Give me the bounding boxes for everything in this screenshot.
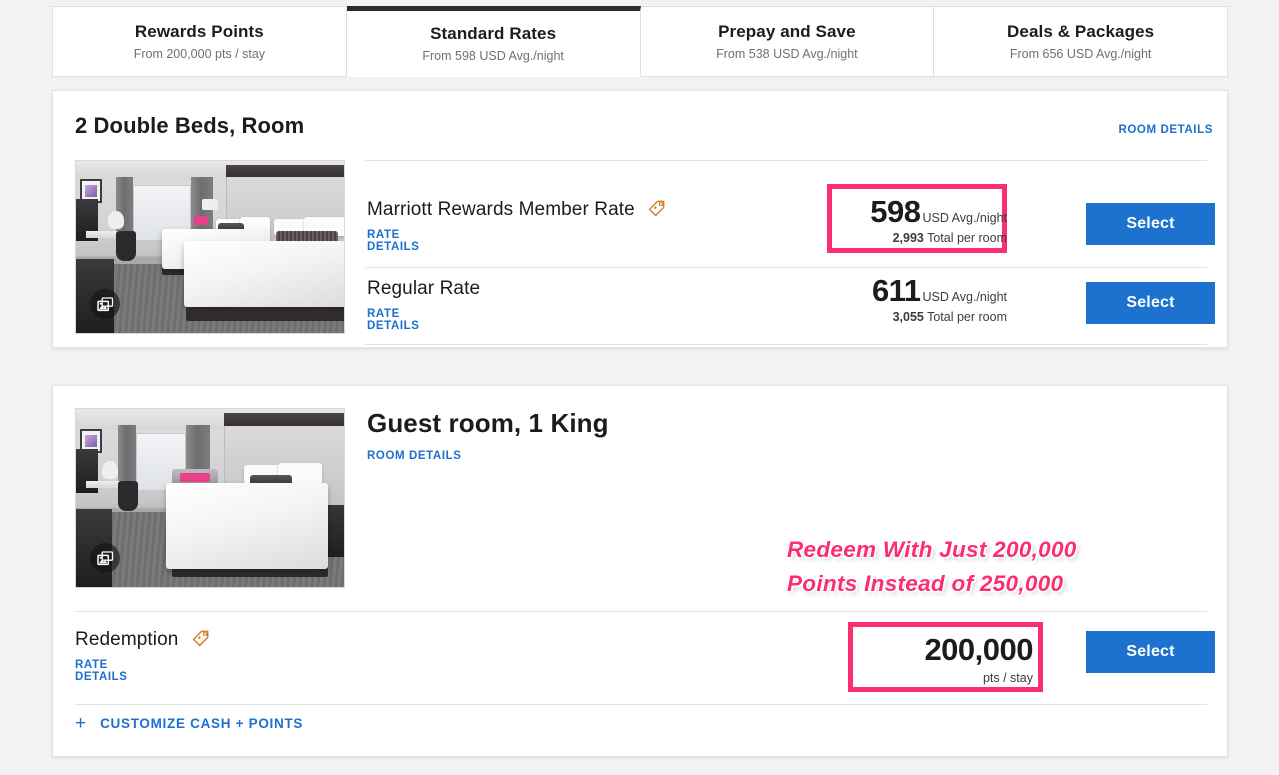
rate-name-text: Regular Rate <box>367 278 480 299</box>
price-unit: USD Avg./night <box>922 290 1007 304</box>
room-photo[interactable] <box>75 408 345 588</box>
tab-subtitle: From 598 USD Avg./night <box>422 48 564 64</box>
photo-bed-front <box>184 241 345 307</box>
select-button[interactable]: Select <box>1086 203 1215 245</box>
price-total-value: 2,993 <box>893 231 924 245</box>
price-total-label: Total per room <box>927 310 1007 324</box>
tab-prepay-and-save[interactable]: Prepay and Save From 538 USD Avg./night <box>641 6 935 77</box>
room-title: 2 Double Beds, Room <box>75 113 304 139</box>
price-amount: 611 <box>872 273 921 308</box>
rate-divider-top <box>75 611 1207 612</box>
customize-label: CUSTOMIZE CASH + POINTS <box>100 716 303 731</box>
room-title: Guest room, 1 King <box>367 408 609 439</box>
price-total: 2,993 Total per room <box>797 231 1007 245</box>
annotation-line-2: Points Instead of 250,000 <box>787 567 1127 601</box>
rate-details-link[interactable]: RATE DETAILS <box>367 229 420 253</box>
photo-gallery-icon[interactable] <box>90 543 120 573</box>
photo-floor-lamp <box>202 199 218 210</box>
rate-divider-middle <box>365 267 1207 268</box>
tab-title: Standard Rates <box>430 23 556 44</box>
room-details-link[interactable]: ROOM DETAILS <box>367 450 462 462</box>
price-amount: 200,000 <box>924 632 1033 667</box>
tab-subtitle: From 656 USD Avg./night <box>1010 46 1152 62</box>
price-unit: pts / stay <box>823 671 1033 685</box>
rate-price: 598USD Avg./night 2,993 Total per room <box>797 194 1007 245</box>
promo-annotation: Redeem With Just 200,000 Points Instead … <box>787 533 1127 601</box>
room-card-double-beds: 2 Double Beds, Room ROOM DETAILS <box>52 90 1228 348</box>
tab-title: Prepay and Save <box>718 21 856 42</box>
photo-pink-throw <box>180 473 210 482</box>
promo-tag-icon <box>647 199 666 224</box>
promo-tag-icon <box>191 629 210 654</box>
price-per-night: 598USD Avg./night <box>797 194 1007 230</box>
photo-lamp <box>108 211 124 229</box>
booking-rates-page: Rewards Points From 200,000 pts / stay S… <box>0 0 1279 775</box>
price-unit: USD Avg./night <box>922 211 1007 225</box>
room-photo[interactable] <box>75 160 345 334</box>
annotation-line-1: Redeem With Just 200,000 <box>787 533 1127 567</box>
rate-type-tabs: Rewards Points From 200,000 pts / stay S… <box>52 6 1228 77</box>
tab-title: Rewards Points <box>135 21 264 42</box>
rate-details-link[interactable]: RATE DETAILS <box>367 308 420 332</box>
price-total-value: 3,055 <box>893 310 924 324</box>
rate-name: Marriott Rewards Member Rate <box>367 199 666 224</box>
tab-rewards-points[interactable]: Rewards Points From 200,000 pts / stay <box>52 6 347 77</box>
photo-bed <box>166 483 328 569</box>
price-total-label: Total per room <box>927 231 1007 245</box>
points-amount-line: 200,000 <box>823 632 1033 668</box>
select-button[interactable]: Select <box>1086 282 1215 324</box>
tab-deals-and-packages[interactable]: Deals & Packages From 656 USD Avg./night <box>934 6 1228 77</box>
rate-divider-bottom <box>365 344 1207 345</box>
rate-name-text: Redemption <box>75 629 178 650</box>
rate-price: 611USD Avg./night 3,055 Total per room <box>797 273 1007 324</box>
rate-name: Regular Rate <box>367 278 480 300</box>
room-card-guest-king: Guest room, 1 King ROOM DETAILS Redeem W… <box>52 385 1228 757</box>
photo-chair <box>118 481 138 511</box>
select-button[interactable]: Select <box>1086 631 1215 673</box>
photo-lamp <box>102 461 118 479</box>
tab-subtitle: From 200,000 pts / stay <box>134 46 265 62</box>
room-details-link[interactable]: ROOM DETAILS <box>1118 124 1213 136</box>
price-per-night: 611USD Avg./night <box>797 273 1007 309</box>
photo-header-band <box>226 165 345 177</box>
price-total: 3,055 Total per room <box>797 310 1007 324</box>
plus-icon: + <box>75 714 86 733</box>
photo-header-band <box>224 413 345 426</box>
customize-cash-points-link[interactable]: + CUSTOMIZE CASH + POINTS <box>75 714 303 733</box>
photo-gallery-icon[interactable] <box>90 289 120 319</box>
photo-pink-pillow <box>194 216 208 225</box>
price-amount: 598 <box>870 194 920 229</box>
rate-price: 200,000 pts / stay <box>823 632 1033 685</box>
photo-chair <box>116 231 136 261</box>
rate-name-text: Marriott Rewards Member Rate <box>367 199 635 220</box>
tab-standard-rates[interactable]: Standard Rates From 598 USD Avg./night <box>347 6 641 77</box>
rate-divider-top <box>365 160 1207 161</box>
rate-details-link[interactable]: RATE DETAILS <box>75 659 128 683</box>
tab-title: Deals & Packages <box>1007 21 1154 42</box>
rate-name: Redemption <box>75 629 210 654</box>
rate-divider-bottom <box>75 704 1207 705</box>
tab-subtitle: From 538 USD Avg./night <box>716 46 858 62</box>
